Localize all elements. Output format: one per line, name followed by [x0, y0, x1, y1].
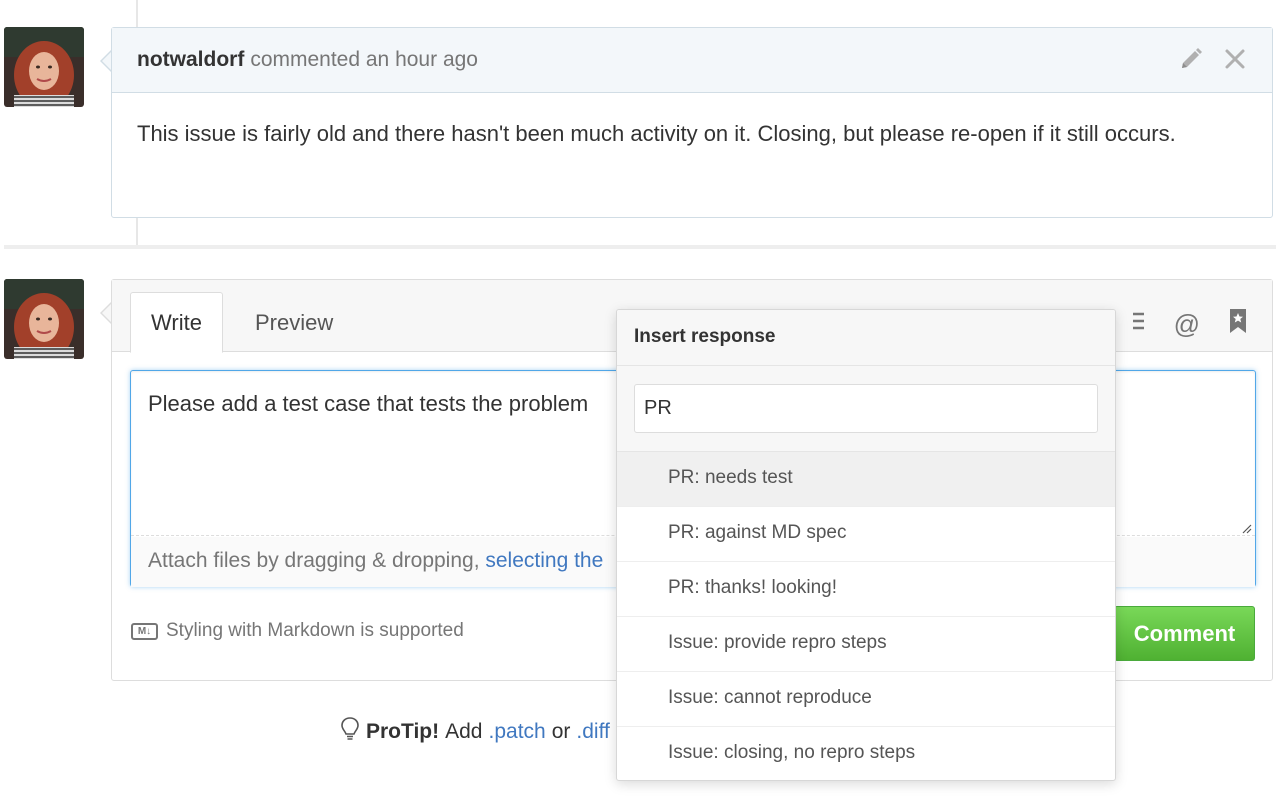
bookmark-icon[interactable]: [1228, 308, 1248, 341]
reply-item[interactable]: PR: thanks! looking!: [617, 562, 1115, 617]
reply-item[interactable]: Issue: cannot reproduce: [617, 672, 1115, 727]
comment-button[interactable]: Comment: [1114, 606, 1255, 661]
protip-label: ProTip!: [366, 720, 440, 743]
edit-pencil-icon[interactable]: [1178, 46, 1204, 78]
markdown-icon: M↓: [131, 622, 158, 640]
lightbulb-icon: [340, 716, 360, 748]
timeline-line-middle: [136, 218, 138, 245]
dropdown-title: Insert response: [617, 310, 1115, 366]
filter-input[interactable]: PR: [634, 384, 1098, 433]
attach-text: Attach files by dragging & dropping,: [148, 549, 486, 572]
comment-body: This issue is fairly old and there hasn'…: [137, 121, 1176, 146]
timeline-line-top: [136, 0, 138, 27]
markdown-note-text[interactable]: Styling with Markdown is supported: [166, 620, 464, 642]
timeline-divider: [4, 245, 1276, 249]
tasklist-icon[interactable]: [1124, 309, 1146, 340]
comment-actions: [1178, 46, 1246, 78]
avatar[interactable]: [4, 27, 84, 107]
reply-item[interactable]: Issue: closing, no repro steps: [617, 727, 1115, 780]
patch-link[interactable]: .patch: [489, 720, 546, 744]
saved-replies-dropdown: Insert response PR PR: needs test PR: ag…: [616, 309, 1116, 781]
resize-grip-icon[interactable]: [1240, 521, 1252, 534]
avatar[interactable]: [4, 279, 84, 359]
existing-comment: notwaldorf commented an hour ago This is…: [111, 27, 1273, 218]
protip-text: Add: [445, 720, 483, 743]
reply-item[interactable]: PR: needs test: [617, 452, 1115, 507]
dropdown-filter: PR: [617, 366, 1115, 452]
protip-or: or: [551, 720, 571, 743]
markdown-toolbar: @: [1124, 308, 1248, 341]
diff-link[interactable]: .diff: [576, 720, 609, 744]
reply-item[interactable]: Issue: provide repro steps: [617, 617, 1115, 672]
tab-preview[interactable]: Preview: [235, 292, 353, 353]
comment-timestamp[interactable]: commented an hour ago: [250, 48, 478, 72]
close-icon[interactable]: [1224, 48, 1246, 76]
protip: ProTip! Add .patch or .diff: [340, 716, 610, 748]
markdown-note: M↓ Styling with Markdown is supported: [131, 620, 464, 642]
mention-icon[interactable]: @: [1174, 309, 1200, 340]
select-files-link[interactable]: selecting the: [485, 549, 603, 572]
comment-header: notwaldorf commented an hour ago: [112, 28, 1272, 93]
tab-write[interactable]: Write: [130, 292, 223, 353]
reply-item[interactable]: PR: against MD spec: [617, 507, 1115, 562]
comment-author[interactable]: notwaldorf: [137, 48, 244, 72]
